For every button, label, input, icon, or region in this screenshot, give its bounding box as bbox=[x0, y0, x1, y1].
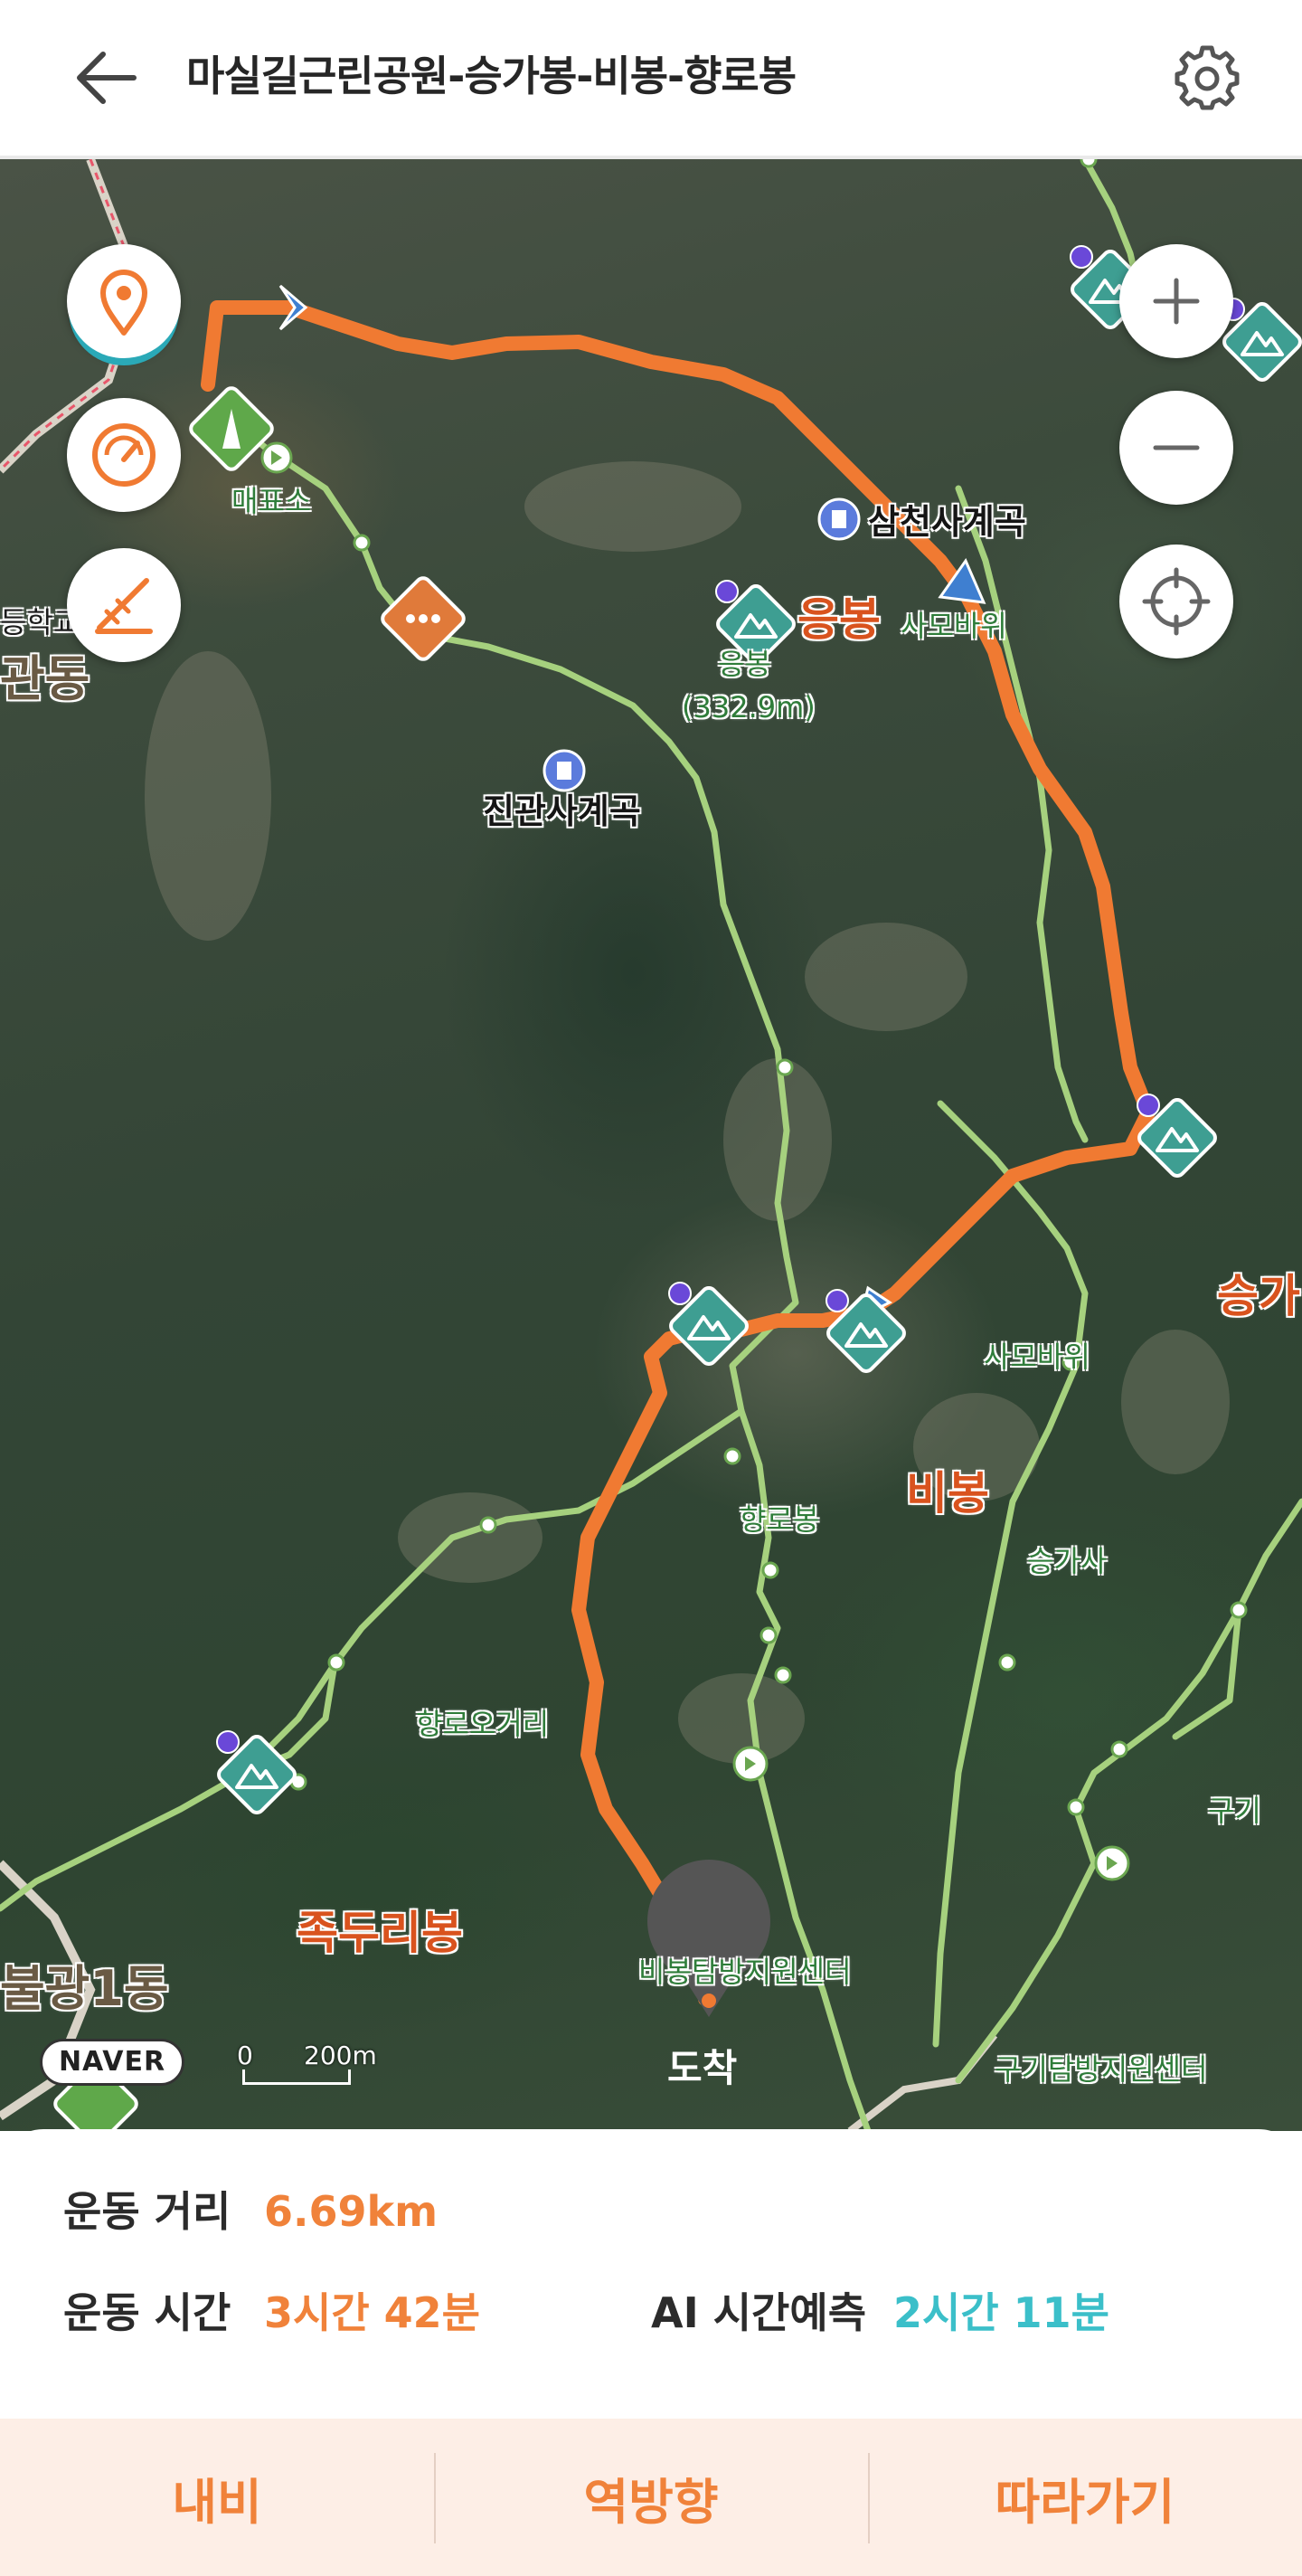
map-view[interactable]: 진관사계곡 삼천사계곡 응봉 응봉 (332.9m) 매표소 사모바위 승가 사… bbox=[0, 159, 1302, 2131]
minus-icon bbox=[1153, 445, 1200, 450]
map-label-eungbong-height: (332.9m) bbox=[682, 690, 816, 724]
distance-label: 운동 거리 bbox=[63, 2187, 231, 2236]
naver-logo: NAVER bbox=[40, 2039, 184, 2086]
location-pin-button[interactable] bbox=[67, 244, 181, 358]
map-label-dong-left: 관동 bbox=[0, 650, 90, 707]
map-label-bibong-center: 비봉탐방지원센터 bbox=[638, 1955, 852, 1989]
navi-button[interactable]: 내비 bbox=[0, 2419, 434, 2576]
peak-label-bibong: 비봉 bbox=[906, 1467, 989, 1520]
map-label-samobawi-top: 사모바위 bbox=[901, 609, 1007, 643]
time-value: 3시간 42분 bbox=[264, 2288, 480, 2337]
map-label-samobawi: 사모바위 bbox=[984, 1340, 1090, 1374]
map-label-eungbong-small: 응봉 bbox=[718, 647, 771, 681]
map-label-gugi-center: 구기탐방지원센터 bbox=[995, 2052, 1208, 2087]
peak-label-jokduribong: 족두리봉 bbox=[297, 1907, 463, 1959]
plus-icon bbox=[1153, 278, 1200, 325]
gear-icon bbox=[1175, 45, 1240, 110]
locate-button[interactable] bbox=[1119, 545, 1233, 658]
stats-sheet: 운동 거리 6.69km 운동 시간 3시간 42분 AI 시간예측 2시간 1… bbox=[0, 2129, 1302, 2419]
map-label-bulgwang: 불광1동 bbox=[0, 1960, 169, 2017]
map-label-hyangnobong: 향로봉 bbox=[740, 1502, 820, 1537]
elevation-button[interactable] bbox=[67, 548, 181, 662]
crosshair-icon bbox=[1142, 567, 1211, 636]
map-label-gugi: 구기 bbox=[1208, 1794, 1261, 1828]
app-header: 마실길근린공원-승가봉-비봉-향로봉 bbox=[0, 0, 1302, 159]
action-bar: 내비 역방향 따라가기 bbox=[0, 2419, 1302, 2576]
peak-label-seungga: 승가 bbox=[1217, 1270, 1300, 1322]
map-label-jingwan-valley: 진관사계곡 bbox=[483, 791, 641, 831]
map-route-layer bbox=[0, 159, 1302, 2131]
speed-button[interactable] bbox=[67, 398, 181, 512]
arrival-pin-shape bbox=[647, 1860, 770, 2017]
scale-distance-label: 200m bbox=[304, 2041, 377, 2070]
peak-label-eungbong: 응봉 bbox=[797, 593, 881, 646]
zoom-out-button[interactable] bbox=[1119, 391, 1233, 505]
arrow-left-icon bbox=[77, 52, 137, 104]
back-button[interactable] bbox=[71, 45, 143, 110]
elevation-icon bbox=[95, 578, 153, 634]
ai-prediction-label: AI 시간예측 bbox=[651, 2288, 867, 2337]
scale-bar bbox=[242, 2069, 351, 2085]
map-label-hyangno-ogeori: 향로오거리 bbox=[416, 1707, 550, 1741]
speedometer-icon bbox=[92, 423, 156, 487]
map-label-maepyoso: 매표소 bbox=[231, 484, 312, 518]
ai-prediction-value: 2시간 11분 bbox=[893, 2288, 1109, 2337]
settings-button[interactable] bbox=[1174, 45, 1241, 112]
location-pin-icon bbox=[100, 270, 147, 336]
scale-zero-label: 0 bbox=[237, 2041, 253, 2070]
map-label-samcheon-valley: 삼천사계곡 bbox=[868, 502, 1026, 542]
time-label: 운동 시간 bbox=[63, 2288, 231, 2337]
zoom-in-button[interactable] bbox=[1119, 244, 1233, 358]
arrival-label: 도착 bbox=[667, 2046, 738, 2090]
distance-value: 6.69km bbox=[264, 2187, 439, 2236]
reverse-button[interactable]: 역방향 bbox=[434, 2419, 868, 2576]
follow-button[interactable]: 따라가기 bbox=[868, 2419, 1302, 2576]
page-title: 마실길근린공원-승가봉-비봉-향로봉 bbox=[186, 52, 797, 100]
map-label-seungasa: 승가사 bbox=[1027, 1544, 1108, 1578]
